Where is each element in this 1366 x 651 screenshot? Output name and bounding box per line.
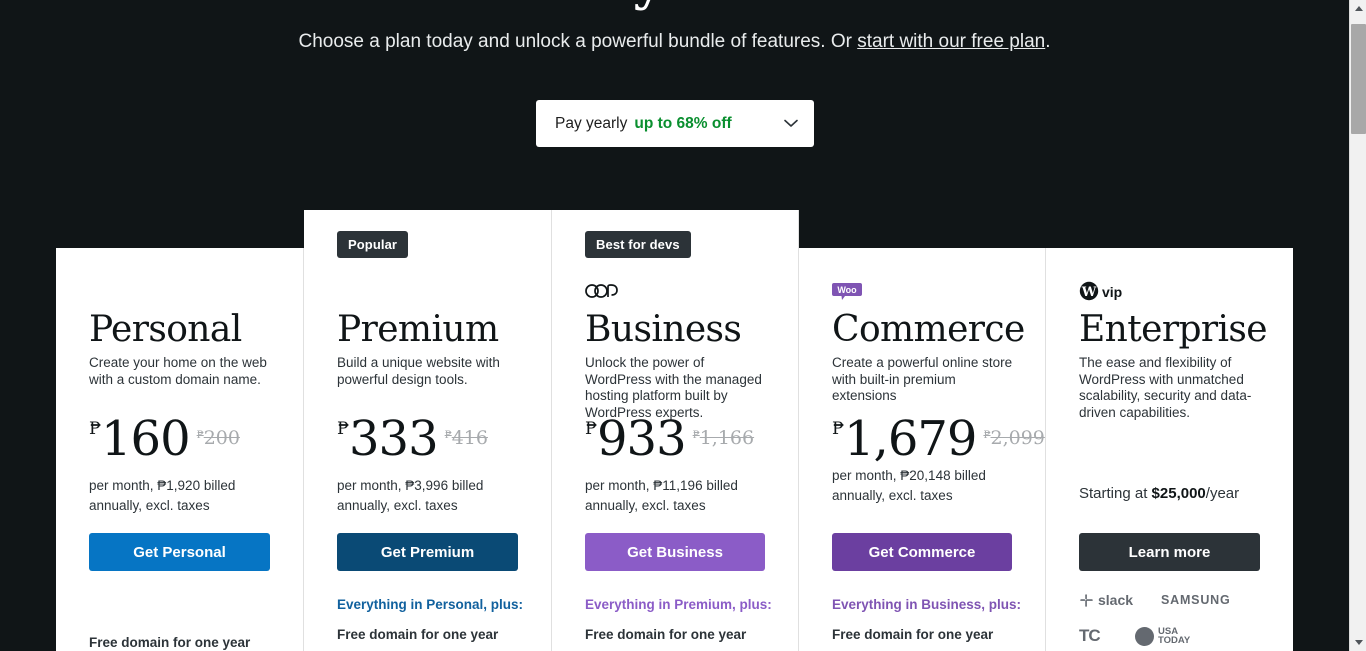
plan-card-business: Best for devs Business Unlock the power …: [552, 210, 799, 651]
plan-card-premium: Popular Premium Build a unique website w…: [304, 210, 552, 651]
page-heading: Choose your flavor: [0, 0, 1349, 12]
plan-card-commerce: Woo Commerce Create a powerful online st…: [799, 248, 1046, 651]
plan-name: Business: [585, 309, 742, 350]
original-price-currency: ₱: [983, 430, 991, 441]
plan-price: ₱ 933 ₱ 1,166: [585, 415, 754, 463]
plan-name: Commerce: [832, 309, 1025, 350]
price-amount: 333: [349, 411, 439, 467]
plan-billing-note: per month, ₱1,920 billed annually, excl.…: [89, 478, 236, 513]
price-original: ₱ 200: [197, 415, 240, 448]
plan-badge-popular: Popular: [337, 231, 409, 258]
plan-price: ₱ 1,679 ₱ 2,099: [832, 415, 1045, 463]
plan-name: Premium: [337, 309, 499, 350]
plan-description: Create your home on the web with a custo…: [89, 355, 267, 387]
woocommerce-icon: Woo: [832, 282, 862, 306]
price-amount: 160: [101, 411, 191, 467]
plan-plus-line: Everything in Business, plus:: [832, 597, 1022, 612]
billing-period-selector[interactable]: Pay yearly up to 68% off: [536, 100, 814, 147]
get-premium-button[interactable]: Get Premium: [337, 533, 518, 571]
billing-discount-label: up to 68% off: [634, 114, 732, 132]
get-personal-button[interactable]: Get Personal: [89, 533, 270, 571]
plan-badge-best-for-devs: Best for devs: [585, 231, 691, 258]
plan-billing-note: per month, ₱20,148 billed annually, excl…: [832, 468, 986, 503]
original-price-amount: 416: [451, 427, 488, 449]
usa-today-dot: [1135, 626, 1154, 646]
original-price-amount: 200: [203, 427, 240, 449]
plan-name: Personal: [89, 309, 242, 350]
svg-text:W: W: [1081, 285, 1097, 300]
plan-plus-line: Everything in Premium, plus:: [585, 597, 772, 612]
samsung-logo-label: SAMSUNG: [1161, 593, 1231, 607]
page-subheading: Choose a plan today and unlock a powerfu…: [0, 28, 1349, 56]
plan-feature: Free domain for one year: [832, 627, 994, 642]
scrollbar-thumb[interactable]: [1351, 24, 1366, 134]
learn-more-button[interactable]: Learn more: [1079, 533, 1260, 571]
plan-price: ₱ 160 ₱ 200: [89, 415, 240, 463]
techcrunch-logo-label: TC: [1079, 626, 1101, 645]
plan-price: ₱ 333 ₱ 416: [337, 415, 488, 463]
plan-feature: Free domain for one year: [89, 635, 251, 650]
subheading-text-before: Choose a plan today and unlock a powerfu…: [298, 31, 858, 52]
page-scrollbar[interactable]: [1349, 0, 1366, 651]
price-original: ₱ 2,099: [983, 415, 1044, 448]
get-commerce-button[interactable]: Get Commerce: [832, 533, 1012, 571]
price-currency: ₱: [832, 419, 845, 439]
original-price-currency: ₱: [196, 430, 204, 441]
subheading-text-after: .: [1045, 31, 1051, 52]
original-price-currency: ₱: [444, 430, 452, 441]
price-original: ₱ 416: [445, 415, 488, 448]
scroll-up-arrow[interactable]: [1350, 0, 1366, 17]
price-currency: ₱: [585, 419, 598, 439]
price-amount: 933: [597, 411, 687, 467]
svg-text:vip: vip: [1102, 284, 1122, 300]
pricing-page: Choose your flavor Choose a plan today a…: [0, 0, 1366, 651]
price-currency: ₱: [337, 419, 350, 439]
slack-logo: slack: [1079, 589, 1139, 611]
plan-description: The ease and flexibility of WordPress wi…: [1079, 355, 1252, 420]
enterprise-partner-logos: slack SAMSUNG TC USA TODAY: [1079, 589, 1267, 651]
free-plan-link[interactable]: start with our free plan: [857, 31, 1045, 52]
slack-logo-label: slack: [1098, 592, 1134, 608]
plan-card-enterprise: W vip Enterprise The ease and flexibilit…: [1046, 248, 1293, 651]
plan-feature: Free domain for one year: [585, 627, 747, 642]
plan-billing-note: per month, ₱3,996 billed annually, excl.…: [337, 478, 484, 513]
billing-period-label: Pay yearly: [555, 114, 628, 132]
svg-text:Woo: Woo: [837, 285, 857, 295]
plan-plus-line: Everything in Personal, plus:: [337, 597, 524, 612]
get-business-button[interactable]: Get Business: [585, 533, 765, 571]
plan-feature: Free domain for one year: [337, 627, 499, 642]
usa-today-line2: TODAY: [1158, 635, 1191, 646]
price-amount: 1,679: [844, 411, 977, 467]
starting-at-prefix: Starting at: [1079, 485, 1152, 502]
samsung-logo: SAMSUNG: [1161, 589, 1233, 611]
starting-at-amount: $25,000: [1151, 485, 1206, 502]
original-price-amount: 2,099: [990, 427, 1045, 449]
techcrunch-logo: TC: [1079, 625, 1113, 647]
plan-cards-row: Personal Create your home on the web wit…: [56, 210, 1293, 651]
enterprise-starting-price: Starting at $25,000/year: [1079, 484, 1239, 504]
price-currency: ₱: [89, 419, 102, 439]
wordpress-wp-cloud-icon: [585, 282, 620, 305]
chevron-down-icon: [784, 119, 798, 128]
plan-billing-note: per month, ₱11,196 billed annually, excl…: [585, 478, 738, 513]
scroll-down-arrow[interactable]: [1350, 634, 1366, 651]
plan-description: Build a unique website with powerful des…: [337, 355, 500, 387]
price-original: ₱ 1,166: [693, 415, 754, 448]
page-content: Choose your flavor Choose a plan today a…: [0, 0, 1349, 651]
usa-today-logo: USA TODAY: [1135, 625, 1195, 647]
original-price-currency: ₱: [692, 430, 700, 441]
starting-at-suffix: /year: [1205, 485, 1240, 502]
plan-description: Create a powerful online store with buil…: [832, 355, 1013, 403]
plan-card-personal: Personal Create your home on the web wit…: [56, 248, 304, 651]
wordpress-vip-icon: W vip: [1079, 281, 1135, 306]
original-price-amount: 1,166: [699, 427, 755, 449]
plan-name: Enterprise: [1079, 309, 1268, 350]
